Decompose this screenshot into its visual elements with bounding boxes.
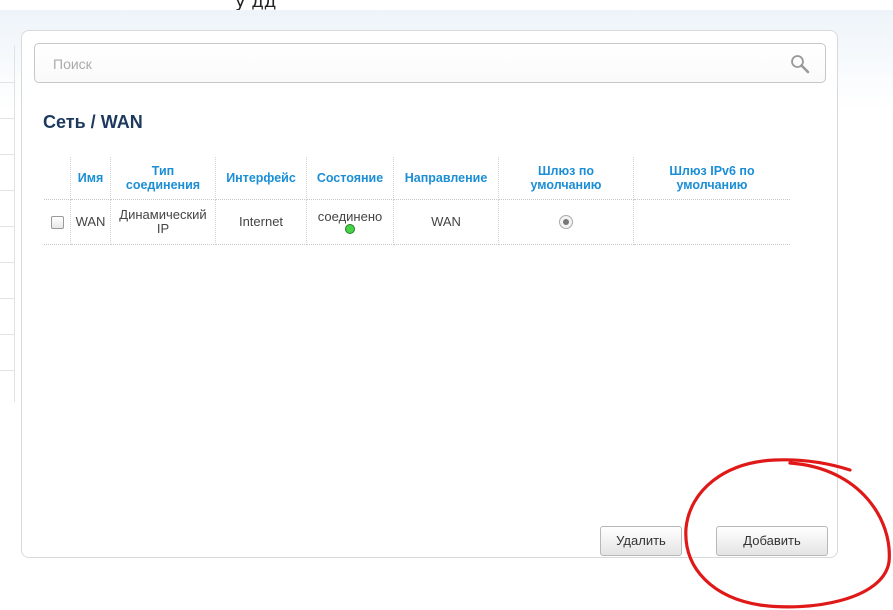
content-panel [21, 30, 838, 558]
cell-interface: Internet [215, 199, 307, 245]
cell-name: WAN [70, 199, 111, 245]
sidebar-tab[interactable] [0, 46, 14, 83]
sidebar-tab[interactable] [0, 298, 14, 335]
cell-default-gateway [498, 199, 634, 245]
row-select-cell [44, 199, 71, 245]
search-icon[interactable] [789, 53, 811, 75]
breadcrumb-separator: / [90, 112, 96, 132]
sidebar-tab[interactable] [0, 226, 14, 263]
breadcrumb-section[interactable]: Сеть [43, 112, 86, 132]
column-header-direction[interactable]: Направление [393, 157, 499, 200]
column-header-ipv6-gateway[interactable]: Шлюз IPv6 по умолчанию [633, 157, 790, 200]
column-header-name[interactable]: Имя [70, 157, 111, 200]
table-header-row: Имя Тип соединения Интерфейс Состояние Н… [44, 157, 790, 200]
search-box [34, 43, 826, 84]
default-gateway-radio[interactable] [559, 215, 573, 230]
search-input[interactable] [51, 44, 775, 84]
column-header-type[interactable]: Тип соединения [110, 157, 216, 200]
wan-connections-table: Имя Тип соединения Интерфейс Состояние Н… [44, 157, 790, 245]
cell-ipv6-gateway [633, 199, 790, 245]
breadcrumb-page: WAN [100, 112, 143, 132]
column-header-interface[interactable]: Интерфейс [215, 157, 307, 200]
column-header-default-gateway[interactable]: Шлюз по умолчанию [498, 157, 634, 200]
sidebar-tab[interactable] [0, 154, 14, 191]
sidebar-menu [0, 46, 15, 402]
sidebar-tab[interactable] [0, 190, 14, 227]
delete-button[interactable]: Удалить [600, 526, 682, 556]
cell-type: Динамический IP [110, 199, 216, 245]
table-row[interactable]: WAN Динамический IP Internet соединено W… [44, 199, 790, 245]
add-button[interactable]: Добавить [716, 526, 828, 556]
sidebar-tab[interactable] [0, 82, 14, 119]
sidebar-tab[interactable] [0, 118, 14, 155]
page-title: Сеть / WAN [43, 112, 143, 133]
cell-direction: WAN [393, 199, 499, 245]
status-indicator-icon [345, 224, 355, 234]
sidebar-tab[interactable] [0, 262, 14, 299]
sidebar-tab[interactable] [0, 334, 14, 371]
select-column-header [44, 157, 71, 200]
status-text: соединено [317, 209, 383, 224]
column-header-status[interactable]: Состояние [306, 157, 394, 200]
cell-status: соединено [306, 199, 394, 245]
row-checkbox[interactable] [50, 216, 64, 230]
